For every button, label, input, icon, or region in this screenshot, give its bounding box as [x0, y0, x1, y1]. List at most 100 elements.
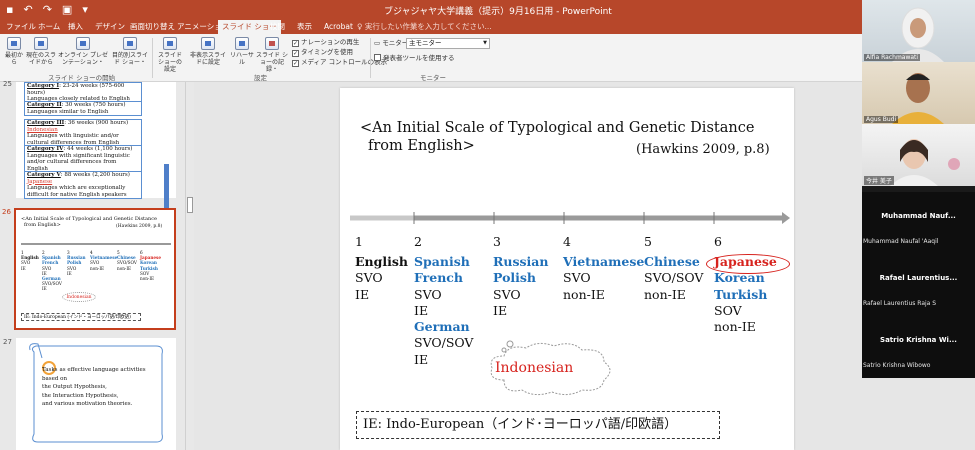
- customize-icon[interactable]: ▾: [82, 3, 88, 16]
- presenter-view-checkbox[interactable]: 発表者ツールを使用する: [374, 54, 455, 62]
- participant-avatar: [892, 73, 944, 124]
- language-column: Russian Polish SVO IE: [493, 254, 549, 319]
- slide27-line: Tasks: [42, 367, 58, 373]
- scrollbar-thumb[interactable]: [187, 197, 193, 213]
- record-slideshow-button[interactable]: スライド ショーの記録・: [256, 37, 288, 73]
- current-slide[interactable]: <An Initial Scale of Typological and Gen…: [340, 88, 794, 450]
- checkbox-empty-icon: [374, 54, 381, 61]
- slide-title-line1[interactable]: <An Initial Scale of Typological and Gen…: [360, 118, 754, 138]
- category-box: Category IV: 44 weeks (1,100 hours) Lang…: [24, 145, 142, 173]
- language-cell: IE: [493, 302, 508, 318]
- check-icon: ✓: [292, 60, 299, 67]
- title-bar: ▪ ↶ ↷ ▣ ▾ ブジャジャヤ大学講義（提示）9月16日用 - PowerPo…: [0, 0, 862, 20]
- hide-slide-icon: [201, 37, 215, 50]
- from-beginning-button[interactable]: 最初から: [3, 37, 25, 66]
- participant-video-1[interactable]: Agus Budi: [862, 62, 975, 124]
- language-cell: IE: [414, 302, 429, 318]
- undo-icon[interactable]: ↶: [23, 3, 32, 16]
- tab-transitions[interactable]: 画面切り替え: [126, 20, 179, 34]
- globe-icon: [76, 37, 90, 50]
- mini-column: 2 Spanish French SVO IE German SVO/SOV IE: [42, 250, 62, 292]
- mini-column: 4 Vietnamese SVO non-IE: [90, 250, 117, 271]
- redo-icon[interactable]: ↷: [43, 3, 52, 16]
- hide-slide-button[interactable]: 非表示スライドに設定: [188, 37, 228, 66]
- thumbnails-scrollbar[interactable]: [185, 82, 193, 450]
- category-box: Category V: 88 weeks (2,200 hours) Japan…: [24, 171, 142, 199]
- narration-checkbox[interactable]: ✓ ナレーションの再生: [292, 38, 359, 47]
- language-cell: Spanish: [414, 254, 470, 269]
- ribbon-tab-bar: ファイル ホーム 挿入 デザイン 画面切り替え アニメーション スライド ショー…: [0, 20, 862, 34]
- slide27-line: and various motivation theories.: [42, 401, 133, 407]
- slide27-text: Tasks as effective language activities bas…: [42, 366, 146, 409]
- tab-view[interactable]: 表示: [293, 20, 316, 34]
- slide27-line: as effective language activities: [59, 367, 146, 373]
- language-cell: IE: [414, 351, 429, 367]
- quick-access-toolbar: ▪ ↶ ↷ ▣ ▾: [6, 3, 88, 16]
- slide-reference[interactable]: (Hawkins 2009, p.8): [636, 142, 770, 157]
- slide-title-line2[interactable]: from English>: [368, 138, 475, 154]
- participant-tile-3[interactable]: Muhammad Nauf... Muhammad Naufal 'Aaqil: [862, 192, 975, 254]
- distance-number: 1: [355, 234, 363, 249]
- check-icon: ✓: [292, 50, 299, 57]
- slide-number: 25: [3, 80, 12, 88]
- language-cell: English: [355, 254, 408, 269]
- mini-cell: non-IE: [117, 265, 132, 271]
- mini-cell: non-IE: [90, 265, 105, 271]
- custom-show-icon: [123, 37, 137, 50]
- powerpoint-window: ▪ ↶ ↷ ▣ ▾ ブジャジャヤ大学講義（提示）9月16日用 - PowerPo…: [0, 0, 862, 450]
- media-controls-checkbox[interactable]: ✓ メディア コントロールの表示: [292, 58, 387, 67]
- rehearse-button[interactable]: リハーサル: [229, 37, 255, 66]
- distance-scale-arrow: [350, 212, 790, 224]
- online-presentation-button[interactable]: オンライン プレゼンテーション・: [58, 37, 108, 66]
- slide-thumbnail-27[interactable]: Tasks as effective language activities bas…: [16, 338, 176, 450]
- participant-video-0[interactable]: Alfia Rachmawati: [862, 0, 975, 62]
- tab-design[interactable]: デザイン: [91, 20, 129, 34]
- ribbon-separator: [370, 38, 371, 78]
- language-cell: SVO/SOV: [414, 335, 474, 351]
- ie-note-box[interactable]: IE: Indo-European（インド･ヨーロッパ語/印欧語）: [356, 411, 720, 439]
- language-cell: non-IE: [563, 286, 605, 302]
- mini-ref: (Hawkins 2009, p.8): [116, 224, 163, 229]
- timings-checkbox[interactable]: ✓ タイミングを使用: [292, 48, 353, 57]
- distance-number: 4: [563, 234, 571, 249]
- language-cell: non-IE: [714, 319, 756, 335]
- distance-number: 3: [493, 234, 501, 249]
- mini-cell: non-IE: [140, 276, 155, 282]
- participant-tile-5[interactable]: Satrio Krishna Wi... Satrio Krishna Wibo…: [862, 316, 975, 378]
- monitor-icon: ▭: [374, 39, 383, 47]
- slideshow-icon[interactable]: ▣: [62, 3, 72, 16]
- tab-acrobat[interactable]: Acrobat: [320, 20, 357, 34]
- language-column: Spanish French SVO IE German SVO/SOV IE: [414, 254, 473, 368]
- language-cell: Turkish: [714, 286, 768, 302]
- language-cell: non-IE: [644, 286, 686, 302]
- play-icon: [7, 37, 21, 50]
- language-column: Vietnamese SVO non-IE: [563, 254, 644, 303]
- language-cell: Russian: [493, 254, 549, 269]
- monitor-select[interactable]: 主モニター ▼: [406, 38, 490, 49]
- tab-home[interactable]: ホーム: [34, 20, 64, 34]
- language-cell: SVO: [563, 270, 591, 286]
- from-current-button[interactable]: 現在のスライドから: [26, 37, 56, 66]
- app-root: ▪ ↶ ↷ ▣ ▾ ブジャジャヤ大学講義（提示）9月16日用 - PowerPo…: [0, 0, 975, 450]
- slide-number: 26: [2, 208, 11, 216]
- mini-indonesian: Indonesian: [62, 292, 96, 302]
- record-icon: [265, 37, 279, 50]
- language-cell: SVO: [414, 286, 442, 302]
- mini-column: 6 Japanese Korean Turkish SOV non-IE: [140, 250, 161, 281]
- slide27-line: the Output Hypothesis,: [42, 384, 107, 390]
- slide-thumbnail-26[interactable]: <An Initial Scale of Typological and Gen…: [14, 208, 176, 330]
- tab-review[interactable]: 校閲: [266, 20, 289, 34]
- participant-tile-4[interactable]: Rafael Laurentius... Rafael Laurentius R…: [862, 254, 975, 316]
- participant-video-2[interactable]: 今井 美子: [862, 124, 975, 186]
- indonesian-label[interactable]: Indonesian: [495, 360, 573, 376]
- slide-thumbnail-25[interactable]: Category I: 23-24 weeks (575-600 hours) …: [16, 82, 176, 199]
- custom-slideshow-button[interactable]: 目的別スライド ショー・: [110, 37, 150, 66]
- participant-avatar: [892, 7, 944, 62]
- gallery-empty-area: [862, 378, 975, 450]
- setup-slideshow-button[interactable]: スライド ショーの設定: [156, 37, 184, 73]
- ribbon: 最初から 現在のスライドから オンライン プレゼンテーション・ 目的別スライド …: [0, 34, 862, 82]
- tell-me-input[interactable]: ♀ 実行したい作業を入力してください...: [357, 20, 492, 34]
- save-icon[interactable]: ▪: [6, 3, 13, 16]
- setup-icon: [163, 37, 177, 50]
- tab-insert[interactable]: 挿入: [64, 20, 87, 34]
